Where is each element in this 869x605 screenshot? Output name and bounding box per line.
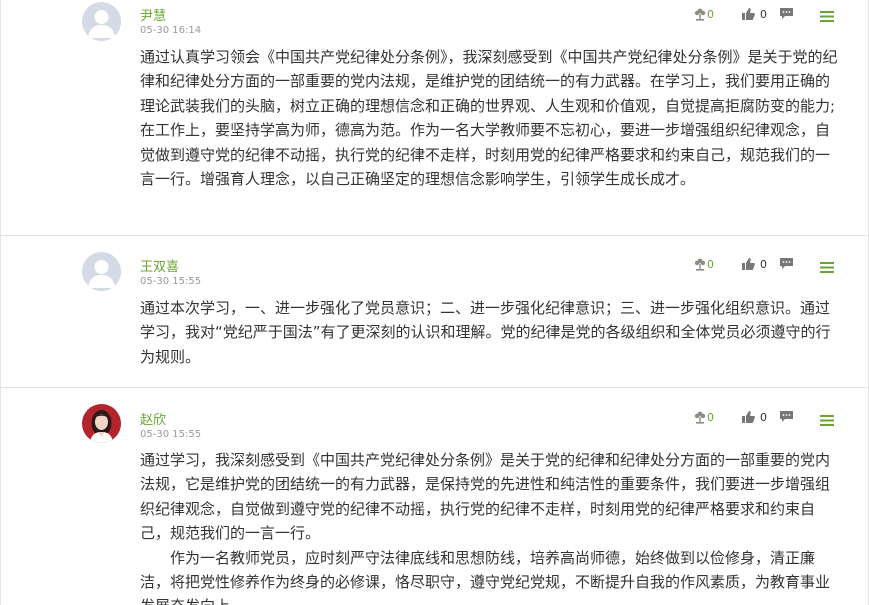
comment-body: 通过认真学习领会《中国共产党纪律处分条例》，我深刻感受到《中国共产党纪律处分条例…	[140, 45, 840, 191]
menu-icon	[820, 415, 834, 426]
like-action[interactable]: 0	[741, 7, 767, 21]
like-count: 0	[760, 7, 767, 21]
avatar[interactable]	[82, 404, 121, 443]
comment-time: 05-30 15:55	[140, 429, 202, 440]
comment-time: 05-30 16:14	[140, 25, 202, 36]
comment-actions: 0 0	[668, 236, 868, 276]
share-action[interactable]: 0	[693, 7, 714, 21]
share-count: 0	[707, 410, 714, 424]
comment-item: 王双喜 05-30 15:55 0 0 通过本次学习，一、进一步强化了党员意识；…	[0, 236, 869, 388]
more-menu-button[interactable]	[820, 262, 834, 273]
share-count: 0	[707, 257, 714, 271]
comment-author[interactable]: 赵欣	[140, 409, 166, 428]
comment-paragraph: 作为一名教师党员，应时刻严守法律底线和思想防线，培养高尚师德，始终做到以俭修身，…	[140, 548, 831, 605]
thumbs-up-icon	[742, 411, 755, 423]
share-count: 0	[707, 7, 714, 21]
reply-button[interactable]	[779, 257, 794, 270]
comment-paragraph: 通过认真学习领会《中国共产党纪律处分条例》，我深刻感受到《中国共产党纪律处分条例…	[140, 48, 838, 189]
flower-icon	[694, 258, 706, 271]
user-photo-icon	[82, 404, 121, 443]
comment-item: 尹慧 05-30 16:14 0 0 通过认真学习领会《中国共产党纪律处分条例》…	[0, 0, 869, 236]
menu-icon	[820, 11, 834, 22]
avatar[interactable]	[82, 252, 121, 291]
more-menu-button[interactable]	[820, 415, 834, 426]
default-avatar-icon	[82, 252, 121, 291]
comment-author[interactable]: 王双喜	[140, 256, 179, 275]
comment-bubble-icon	[780, 258, 793, 269]
avatar[interactable]	[82, 2, 121, 41]
like-action[interactable]: 0	[741, 257, 767, 271]
like-action[interactable]: 0	[741, 410, 767, 424]
reply-button[interactable]	[779, 410, 794, 423]
flower-icon	[694, 411, 706, 424]
reply-button[interactable]	[779, 7, 794, 20]
comment-actions: 0 0	[668, 388, 868, 428]
comment-paragraph: 通过学习，我深刻感受到《中国共产党纪律处分条例》是关于党的纪律和纪律处分方面的一…	[140, 451, 831, 543]
comment-feed: 尹慧 05-30 16:14 0 0 通过认真学习领会《中国共产党纪律处分条例》…	[0, 0, 869, 605]
like-count: 0	[760, 410, 767, 424]
comment-actions: 0 0	[668, 0, 868, 30]
thumbs-up-icon	[742, 258, 755, 270]
like-count: 0	[760, 257, 767, 271]
comment-bubble-icon	[780, 411, 793, 422]
more-menu-button[interactable]	[820, 11, 834, 22]
menu-icon	[820, 262, 834, 273]
comment-paragraph: 通过本次学习，一、进一步强化了党员意识；二、进一步强化纪律意识；三、进一步强化组…	[140, 299, 831, 366]
share-action[interactable]: 0	[693, 257, 714, 271]
comment-body: 通过学习，我深刻感受到《中国共产党纪律处分条例》是关于党的纪律和纪律处分方面的一…	[140, 448, 840, 605]
thumbs-up-icon	[742, 8, 755, 20]
comment-item: 赵欣 05-30 15:55 0 0 通过学习，我深刻感受到《中国共产党纪律处分…	[0, 388, 869, 605]
comment-bubble-icon	[780, 8, 793, 19]
share-action[interactable]: 0	[693, 410, 714, 424]
comment-time: 05-30 15:55	[140, 276, 202, 287]
comment-author[interactable]: 尹慧	[140, 5, 166, 24]
flower-icon	[694, 8, 706, 21]
default-avatar-icon	[82, 2, 121, 41]
comment-body: 通过本次学习，一、进一步强化了党员意识；二、进一步强化纪律意识；三、进一步强化组…	[140, 296, 840, 369]
